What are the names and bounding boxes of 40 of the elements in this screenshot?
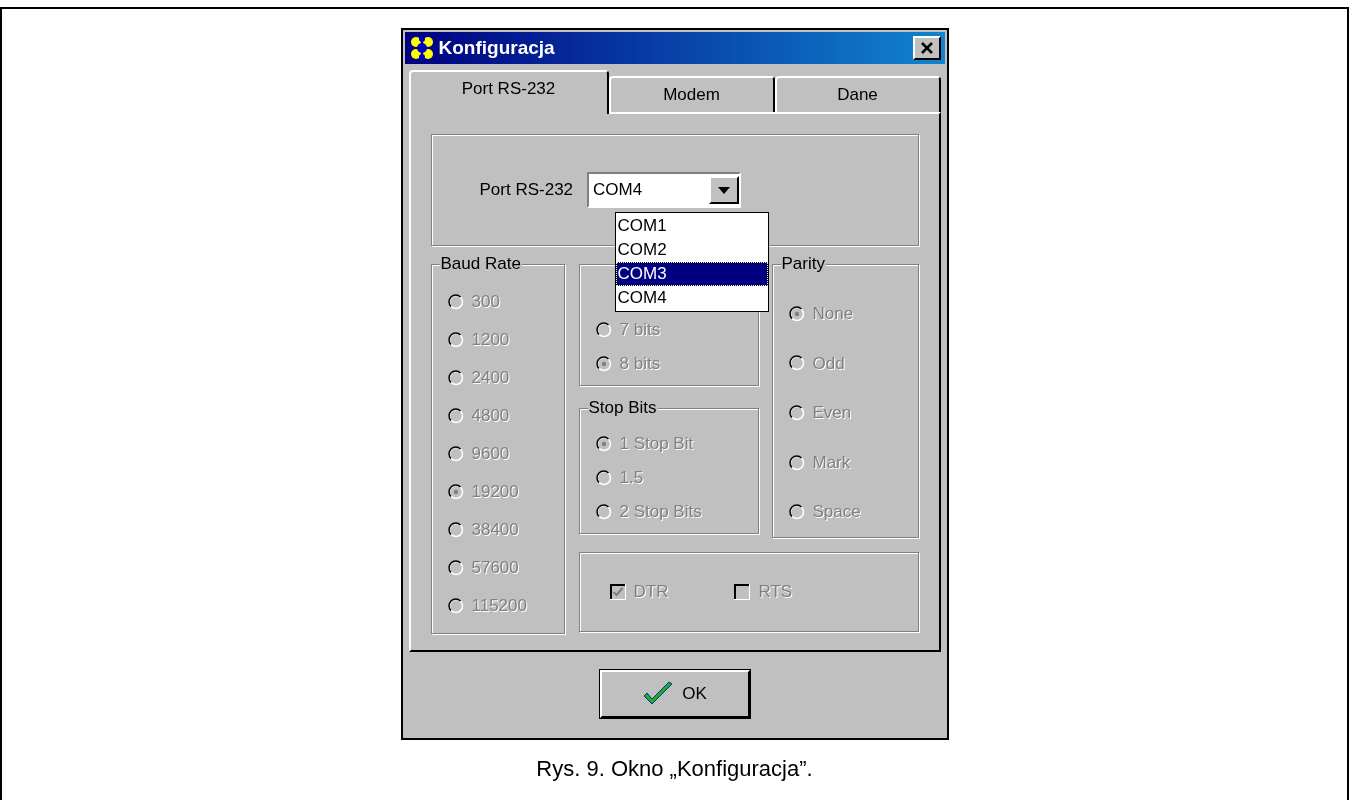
option-label: 9600	[471, 443, 510, 466]
option-label: Mark	[812, 451, 851, 474]
option-label: 2 Stop Bits	[619, 501, 702, 524]
checkbox-label: DTR	[633, 581, 669, 604]
group-title: Parity	[780, 254, 826, 274]
dropdown-arrow-button[interactable]	[709, 176, 740, 204]
option-label: Even	[812, 402, 852, 425]
group-title: Stop Bits	[587, 398, 658, 418]
tab[interactable]: Port RS-232	[408, 70, 609, 114]
caret-icon	[718, 186, 731, 194]
checkbox-label: RTS	[758, 581, 793, 604]
dropdown-item[interactable]: COM2	[615, 238, 768, 262]
option-label: Space	[812, 501, 861, 524]
option-label: 2400	[471, 367, 510, 390]
option-label: 8 bits	[619, 353, 661, 376]
option-label: None	[812, 303, 854, 326]
option-label: 1 Stop Bit	[619, 433, 694, 456]
app-icon	[408, 35, 435, 61]
ok-button[interactable]: OK	[599, 670, 750, 718]
dropdown-item[interactable]: COM1	[615, 214, 768, 238]
option-label: 1200	[471, 329, 510, 352]
option-label: 115200	[471, 595, 527, 618]
dropdown-item[interactable]: COM3	[615, 262, 768, 286]
tab[interactable]: Modem	[608, 76, 775, 112]
close-button[interactable]	[912, 36, 941, 60]
option-label: 57600	[471, 557, 519, 580]
option-label: Odd	[812, 352, 845, 375]
option-label: 4800	[471, 405, 510, 428]
option-label: 38400	[471, 519, 519, 542]
tab[interactable]: Dane	[774, 76, 941, 112]
option-label: 19200	[471, 481, 519, 504]
port-dropdown[interactable]: COM4	[587, 172, 742, 208]
port-label: Port RS-232	[479, 179, 574, 202]
close-icon	[919, 42, 934, 54]
figure-caption: Rys. 9. Okno „Konfiguracja”.	[536, 755, 813, 783]
option-label: 7 bits	[619, 319, 661, 342]
dropdown-item[interactable]: COM4	[615, 286, 768, 310]
option-label: 300	[471, 291, 500, 314]
option-label: 1.5	[619, 467, 644, 490]
window-title: Konfiguracja	[438, 35, 556, 60]
